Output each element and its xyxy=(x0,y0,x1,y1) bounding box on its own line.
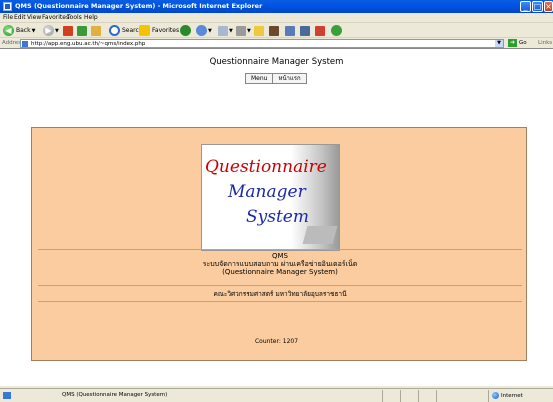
visit-counter: Counter: 1207 xyxy=(254,338,299,345)
browser-window: QMS (Questionnaire Manager System) - Mic… xyxy=(0,0,553,402)
divider xyxy=(38,301,522,302)
favorites-button[interactable]: Favorites xyxy=(139,24,179,37)
page-icon xyxy=(22,41,28,47)
research-icon xyxy=(315,25,325,36)
title-bar: QMS (Questionnaire Manager System) - Mic… xyxy=(0,0,553,13)
address-bar: Address http://app.eng.ubu.ac.th/~qms/in… xyxy=(0,37,553,48)
menu-file[interactable]: File xyxy=(3,14,13,21)
nav-menu-link[interactable]: Menu xyxy=(246,74,274,83)
media-button[interactable] xyxy=(180,24,191,37)
edit-page-button[interactable] xyxy=(285,24,295,37)
history-button[interactable]: ▼ xyxy=(196,24,212,37)
back-arrow-icon: ◀ xyxy=(3,25,14,36)
standard-toolbar: ◀ Back ▼ ▶ ▼ Search Favorites ▼ ▼ ▼ xyxy=(0,22,553,37)
system-abbr: QMS xyxy=(272,252,288,260)
research-button[interactable] xyxy=(315,24,325,37)
maximize-button[interactable]: □ xyxy=(532,1,543,12)
qms-logo-image: Questionnaire Manager System xyxy=(201,144,340,251)
back-button[interactable]: ◀ Back ▼ xyxy=(3,24,35,37)
minimize-button[interactable]: _ xyxy=(520,1,531,12)
chevron-down-icon: ▼ xyxy=(55,27,59,34)
page-content: Questionnaire Manager System Menu หน้าแร… xyxy=(0,48,553,386)
search-icon xyxy=(109,25,120,36)
chevron-down-icon[interactable]: ▼ xyxy=(495,40,503,47)
page-icon xyxy=(3,392,11,399)
window-title: QMS (Questionnaire Manager System) - Mic… xyxy=(15,2,263,10)
ie-page-icon xyxy=(3,2,12,11)
discuss-button[interactable] xyxy=(300,24,310,37)
home-button[interactable] xyxy=(91,24,101,37)
status-bar: QMS (Questionnaire Manager System) Inter… xyxy=(0,388,553,402)
menu-view[interactable]: View xyxy=(27,14,41,21)
links-button[interactable]: Links xyxy=(538,40,552,46)
menu-edit[interactable]: Edit xyxy=(14,14,26,21)
home-icon xyxy=(91,25,101,36)
print-icon xyxy=(236,25,246,36)
chevron-down-icon: ▼ xyxy=(247,27,251,34)
stop-icon xyxy=(63,25,73,36)
system-name-english: (Questionnaire Manager System) xyxy=(222,268,338,276)
menu-bar: File Edit View Favorites Tools Help xyxy=(0,13,553,22)
mail-icon xyxy=(218,25,228,36)
go-button[interactable]: ➜ Go xyxy=(508,39,527,47)
edit-icon xyxy=(285,25,295,36)
media-icon xyxy=(180,25,191,36)
security-zone: Internet xyxy=(492,392,523,399)
logo-line-1: Questionnaire xyxy=(205,157,327,177)
globe-icon xyxy=(492,392,499,399)
address-input[interactable]: http://app.eng.ubu.ac.th/~qms/index.php … xyxy=(20,39,504,48)
faculty-text: คณะวิศวกรรมศาสตร์ มหาวิทยาลัยอุบลราชธานี xyxy=(213,290,347,298)
refresh-button[interactable] xyxy=(77,24,87,37)
messenger-people-button[interactable] xyxy=(331,24,342,37)
go-arrow-icon: ➜ xyxy=(508,39,517,47)
stop-button[interactable] xyxy=(63,24,73,37)
forward-arrow-icon: ▶ xyxy=(43,25,54,36)
discuss-icon xyxy=(300,25,310,36)
chevron-down-icon: ▼ xyxy=(31,27,36,34)
nav-home-link[interactable]: หน้าแรก xyxy=(273,74,305,83)
chevron-down-icon: ▼ xyxy=(208,27,212,34)
status-text: QMS (Questionnaire Manager System) xyxy=(62,392,168,398)
forward-button[interactable]: ▶ ▼ xyxy=(43,24,59,37)
main-panel: Questionnaire Manager System QMS ระบบจัด… xyxy=(31,127,527,361)
people-icon xyxy=(331,25,342,36)
folder-icon xyxy=(254,25,264,36)
nav-menu: Menu หน้าแรก xyxy=(245,73,307,84)
keyboard-graphic xyxy=(302,226,338,244)
menu-tools[interactable]: Tools xyxy=(67,14,82,21)
menu-favorites[interactable]: Favorites xyxy=(42,14,69,21)
menu-help[interactable]: Help xyxy=(84,14,98,21)
logo-line-3: System xyxy=(246,207,309,227)
page-title: Questionnaire Manager System xyxy=(209,57,344,67)
logo-line-2: Manager xyxy=(228,182,306,202)
system-info: QMS ระบบจัดการแบบสอบถาม ผ่านเครือข่ายอิน… xyxy=(32,252,528,276)
mail-button[interactable]: ▼ xyxy=(218,24,233,37)
messenger-button[interactable] xyxy=(269,24,279,37)
close-button[interactable]: × xyxy=(544,1,553,12)
system-name-thai: ระบบจัดการแบบสอบถาม ผ่านเครือข่ายอินเตอร… xyxy=(202,260,358,268)
star-icon xyxy=(139,25,150,36)
messenger-icon xyxy=(269,25,279,36)
chevron-down-icon: ▼ xyxy=(229,27,233,34)
refresh-icon xyxy=(77,25,87,36)
folder-button[interactable] xyxy=(254,24,264,37)
divider xyxy=(38,249,522,250)
divider xyxy=(38,285,522,286)
history-icon xyxy=(196,25,207,36)
address-url: http://app.eng.ubu.ac.th/~qms/index.php xyxy=(31,41,146,47)
search-button[interactable]: Search xyxy=(109,24,143,37)
print-button[interactable]: ▼ xyxy=(236,24,251,37)
